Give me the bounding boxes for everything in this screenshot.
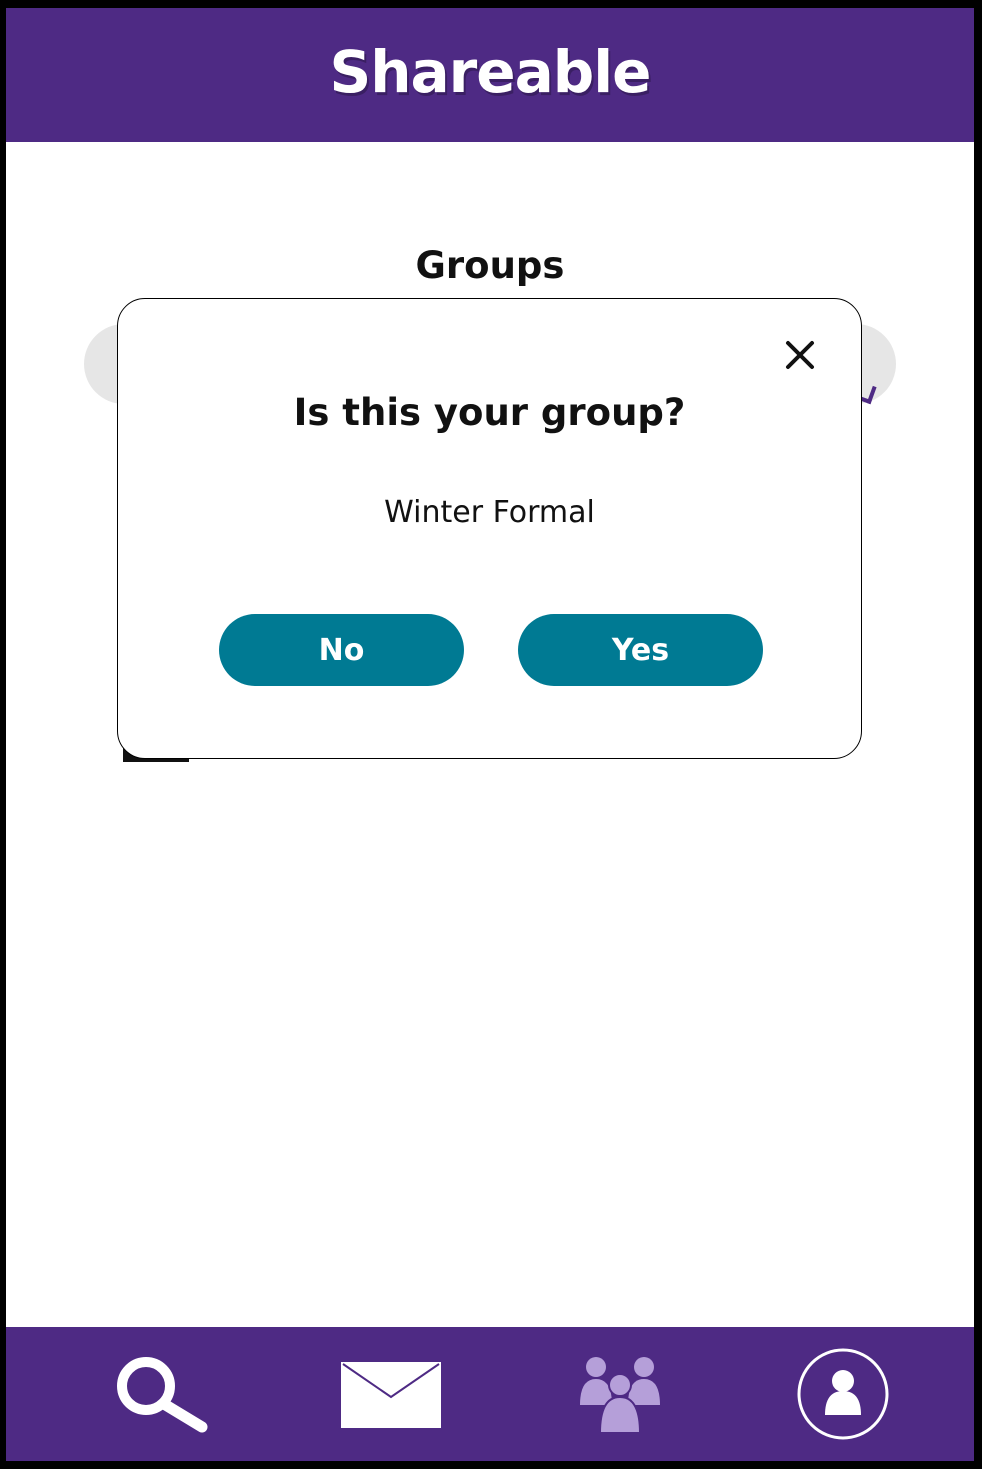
profile-icon [797,1348,889,1440]
no-button[interactable]: No [219,614,464,686]
nav-messages[interactable] [340,1361,442,1429]
mail-icon [341,1362,441,1428]
app-header: Shareable [6,8,974,142]
nav-search[interactable] [110,1353,210,1433]
groups-icon [580,1357,660,1434]
nav-profile[interactable] [796,1347,890,1441]
confirm-group-dialog: Is this your group? Winter Formal No Yes [117,298,862,759]
page-title: Groups [415,244,565,287]
app-screen: Shareable Groups Is this your group? Win… [6,8,974,1461]
dialog-title: Is this your group? [293,391,686,434]
yes-button[interactable]: Yes [518,614,763,686]
search-icon [117,1357,208,1433]
app-title: Shareable [329,38,651,106]
close-icon[interactable] [782,337,818,373]
group-name: Winter Formal [384,495,595,530]
bottom-nav [6,1327,974,1461]
nav-groups[interactable] [578,1355,662,1435]
